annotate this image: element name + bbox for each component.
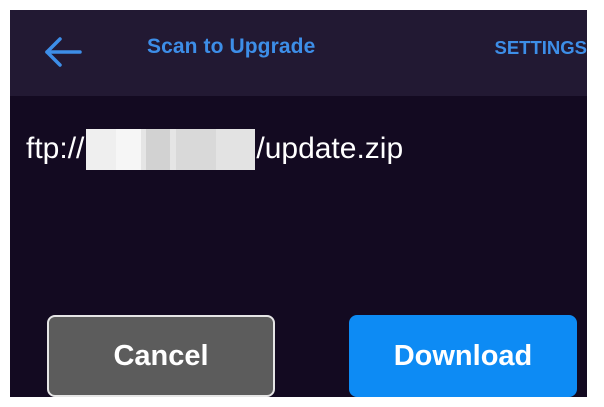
top-margin <box>0 0 604 10</box>
page-title: Scan to Upgrade <box>147 35 316 58</box>
download-button[interactable]: Download <box>349 315 577 397</box>
update-url: ftp:// /update.zip <box>26 127 403 171</box>
arrow-left-icon <box>38 32 86 72</box>
redacted-host <box>86 128 256 170</box>
url-suffix: /update.zip <box>256 132 404 165</box>
device-screen: Scan to Upgrade SETTINGS ftp:// /update.… <box>10 10 587 397</box>
back-button[interactable] <box>38 32 86 72</box>
cancel-button[interactable]: Cancel <box>47 315 275 397</box>
url-prefix: ftp:// <box>26 132 85 165</box>
app-bar: Scan to Upgrade SETTINGS <box>10 10 587 96</box>
settings-button[interactable]: SETTINGS <box>494 37 587 59</box>
